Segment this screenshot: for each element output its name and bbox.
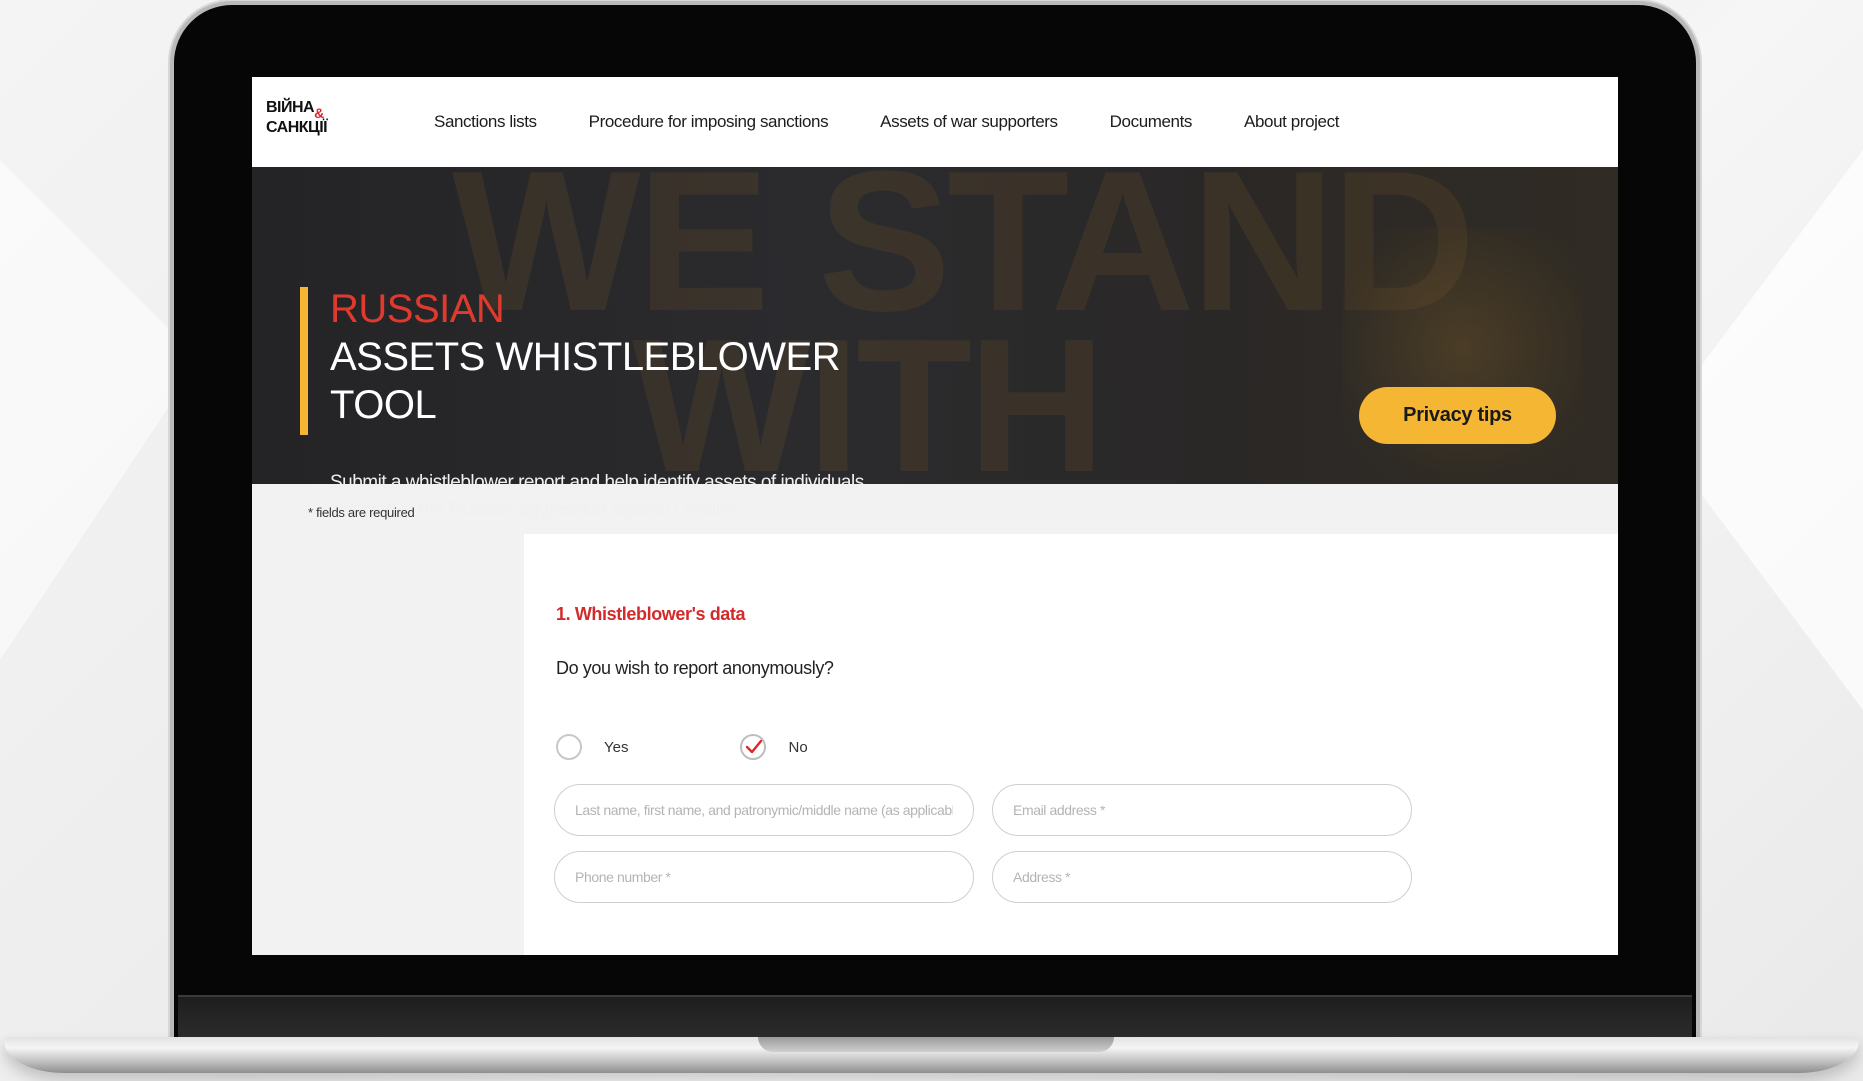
anonymous-question: Do you wish to report anonymously? (556, 658, 834, 678)
hero-title-line-3: TOOL (330, 383, 437, 427)
logo-line-2: САНКЦІЇ (266, 119, 328, 136)
form-card: 1. Whistleblower's data Do you wish to r… (524, 534, 1618, 955)
checkmark-icon (746, 739, 763, 754)
logo-line-1: ВІЙНА (266, 99, 315, 116)
email-field[interactable] (992, 784, 1412, 836)
phone-field[interactable] (554, 851, 974, 903)
anonymous-radio-group: Yes No (556, 734, 808, 760)
full-name-field[interactable] (554, 784, 974, 836)
top-navigation: ВІЙНА& САНКЦІЇ Sanctions lists Procedure… (252, 77, 1618, 168)
radio-no-label: No (788, 738, 808, 756)
nav-links: Sanctions lists Procedure for imposing s… (434, 77, 1391, 167)
site-logo[interactable]: ВІЙНА& САНКЦІЇ (266, 97, 328, 138)
radio-no[interactable] (740, 734, 767, 760)
hero-watermark-line-2: WITH (632, 300, 1105, 484)
hero-accent-bar (300, 287, 308, 435)
nav-link-sanctions-lists[interactable]: Sanctions lists (434, 112, 537, 132)
laptop-bezel-chin (178, 995, 1692, 1039)
nav-link-procedure[interactable]: Procedure for imposing sanctions (589, 112, 829, 132)
nav-link-documents[interactable]: Documents (1110, 112, 1193, 132)
logo-ampersand: & (314, 105, 324, 121)
privacy-tips-button[interactable]: Privacy tips (1359, 387, 1556, 444)
radio-yes[interactable] (556, 734, 582, 760)
background-facet-left (0, 160, 200, 660)
nav-link-about[interactable]: About project (1244, 112, 1339, 132)
hero-title-accent: RUSSIAN (330, 287, 505, 331)
section-title: 1. Whistleblower's data (556, 604, 746, 624)
hero-title-line-2: ASSETS WHISTLEBLOWER (330, 335, 841, 379)
fist-illustration (1342, 227, 1582, 484)
laptop-screen: ВІЙНА& САНКЦІЇ Sanctions lists Procedure… (252, 77, 1618, 955)
radio-yes-label: Yes (604, 738, 629, 756)
nav-link-assets[interactable]: Assets of war supporters (880, 112, 1058, 132)
address-field[interactable] (992, 851, 1412, 903)
required-fields-note: * fields are required (308, 505, 415, 520)
laptop-notch (758, 1037, 1114, 1052)
